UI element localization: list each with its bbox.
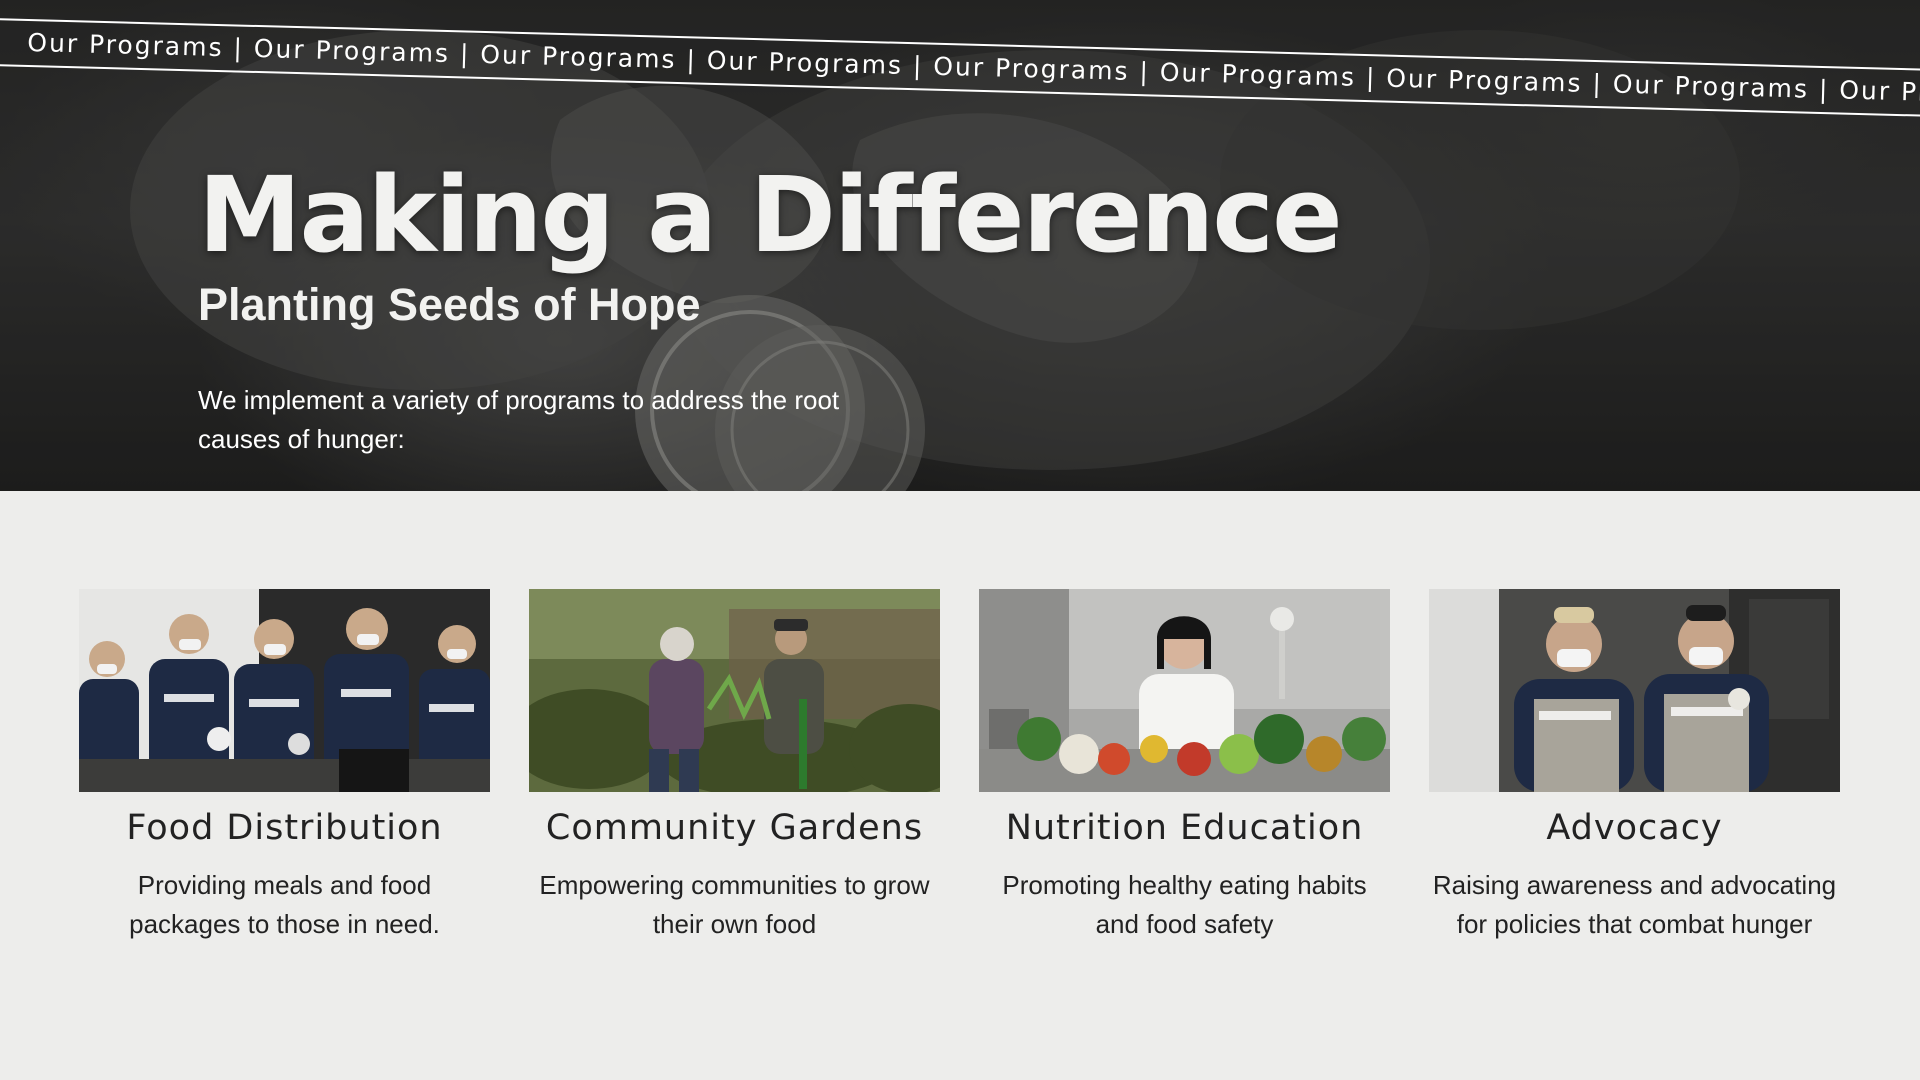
- hero-title: Making a Difference: [198, 154, 1343, 276]
- program-card-nutrition-education: Nutrition Education Promoting healthy ea…: [979, 589, 1390, 944]
- program-title: Food Distribution: [126, 808, 443, 848]
- program-description: Raising awareness and advocating for pol…: [1432, 870, 1837, 939]
- program-title: Advocacy: [1546, 808, 1723, 848]
- program-title: Community Gardens: [545, 808, 924, 848]
- program-card-food-distribution: Food Distribution Providing meals and fo…: [79, 589, 490, 944]
- hero-description: We implement a variety of programs to ad…: [198, 385, 840, 454]
- hero-section: Our Programs | Our Programs | Our Progra…: [0, 0, 1920, 491]
- volunteers-packing-food-photo: [79, 589, 490, 792]
- programs-grid: Food Distribution Providing meals and fo…: [79, 589, 1841, 944]
- program-description: Empowering communities to grow their own…: [539, 870, 930, 939]
- gardeners-photo: [529, 589, 940, 792]
- two-volunteers-photo: [1429, 589, 1840, 792]
- program-title: Nutrition Education: [1005, 808, 1364, 848]
- woman-with-vegetables-photo: [979, 589, 1390, 792]
- program-description: Promoting healthy eating habits and food…: [1002, 870, 1367, 939]
- program-card-advocacy: Advocacy Raising awareness and advocatin…: [1429, 589, 1840, 944]
- program-card-community-gardens: Community Gardens Empowering communities…: [529, 589, 940, 944]
- program-description: Providing meals and food packages to tho…: [129, 870, 440, 939]
- hero-subtitle: Planting Seeds of Hope: [198, 279, 701, 330]
